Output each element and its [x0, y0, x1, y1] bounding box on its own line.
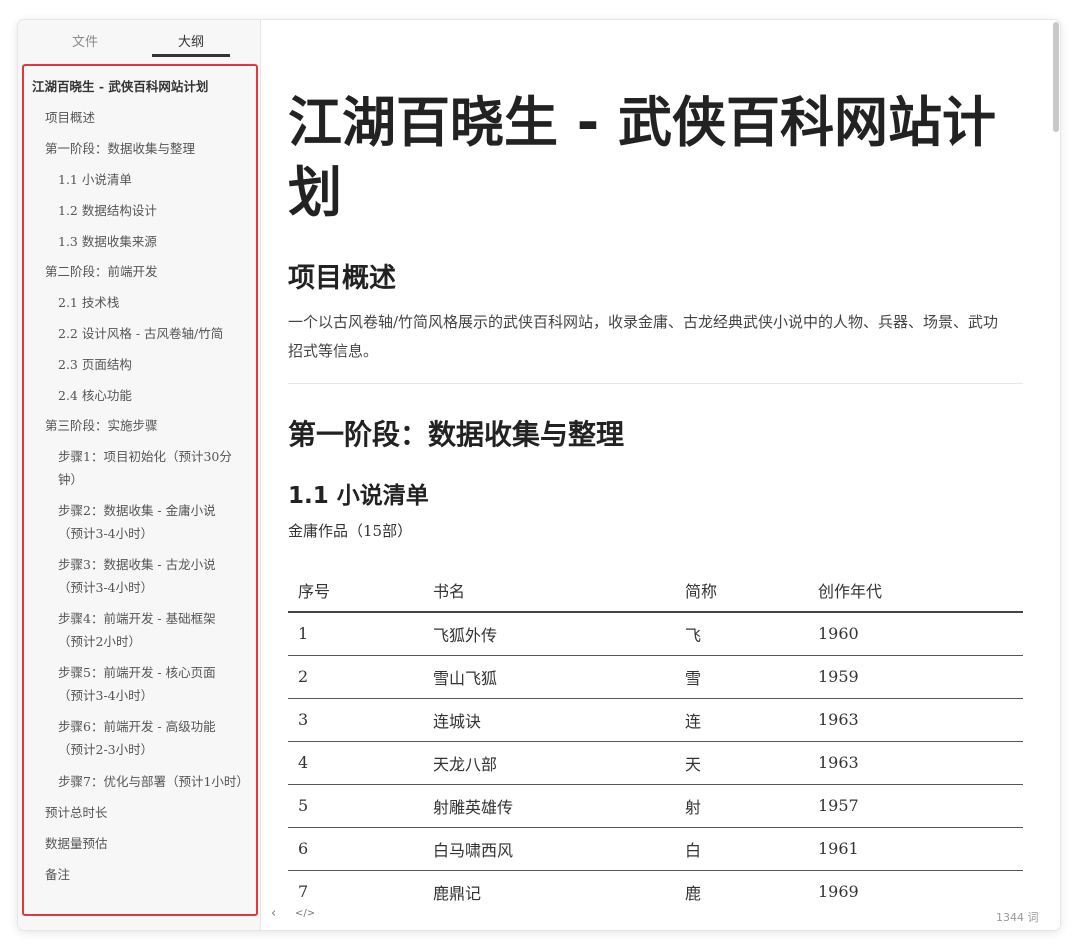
horizontal-rule [288, 383, 1023, 384]
outline-item-1-3[interactable]: 1.3 数据收集来源 [58, 230, 248, 253]
cell-index: 7 [298, 882, 309, 902]
col-header-year: 创作年代 [808, 568, 1023, 613]
cell-abbr: 雪 [675, 655, 808, 699]
document-title: 江湖百晓生 - 武侠百科网站计划 [288, 91, 997, 224]
tab-files[interactable]: 文件 [72, 31, 98, 50]
col-header-abbr: 简称 [675, 568, 808, 613]
cell-year: 1959 [808, 655, 1023, 699]
cell-year: 1963 [808, 698, 1023, 742]
cell-index: 2 [288, 655, 423, 699]
chevron-left-icon[interactable]: ‹ [271, 906, 276, 921]
outline-item-step7[interactable]: 步骤7：优化与部署（预计1小时） [58, 770, 254, 793]
outline-item-step3[interactable]: 步骤3：数据收集 - 古龙小说（预计3-4小时） [58, 553, 238, 599]
col-header-title: 书名 [423, 568, 675, 613]
outline-item-step6[interactable]: 步骤6：前端开发 - 高级功能（预计2-3小时） [58, 715, 238, 761]
sidebar: 文件 大纲 江湖百晓生 - 武侠百科网站计划 项目概述 第一阶段：数据收集与整理… [18, 20, 261, 930]
overview-paragraph: 一个以古风卷轴/竹简风格展示的武侠百科网站，收录金庸、古龙经典武侠小说中的人物、… [288, 313, 999, 360]
sidebar-tabs: 文件 大纲 [18, 20, 261, 60]
col-header-index: 序号 [288, 568, 423, 613]
cell-index: 3 [288, 698, 423, 742]
outline-item-2-2[interactable]: 2.2 设计风格 - 古风卷轴/竹简 [58, 322, 248, 345]
table-row: 7 鹿鼎记 鹿 1969 [288, 870, 1023, 913]
heading-phase1: 第一阶段：数据收集与整理 [288, 418, 625, 451]
cell-abbr: 连 [675, 698, 808, 742]
outline-item-total-time[interactable]: 预计总时长 [45, 801, 108, 824]
cell-year: 1957 [808, 784, 1023, 828]
outline-item-phase1[interactable]: 第一阶段：数据收集与整理 [45, 137, 195, 160]
outline-item-2-4[interactable]: 2.4 核心功能 [58, 384, 248, 407]
table-row: 4 天龙八部 天 1963 [288, 741, 1023, 785]
active-tab-indicator [152, 54, 230, 57]
outline-item-data-estimate[interactable]: 数据量预估 [45, 832, 108, 855]
outline-item-step4[interactable]: 步骤4：前端开发 - 基础框架（预计2小时） [58, 607, 238, 653]
cell-year: 1960 [808, 612, 1023, 656]
cell-year: 1961 [808, 827, 1023, 871]
cell-abbr: 白 [675, 827, 808, 871]
heading-novel-list: 1.1 小说清单 [288, 483, 429, 509]
cell-abbr: 鹿 [685, 883, 702, 903]
outline-item-step2[interactable]: 步骤2：数据收集 - 金庸小说（预计3-4小时） [58, 499, 238, 545]
cell-year: 1963 [808, 741, 1023, 785]
outline-item-phase2[interactable]: 第二阶段：前端开发 [45, 260, 158, 283]
cell-title: 飞狐外传 [423, 612, 675, 656]
vertical-scrollbar[interactable] [1052, 20, 1060, 930]
outline-item-1-2[interactable]: 1.2 数据结构设计 [58, 199, 248, 222]
outline-panel: 江湖百晓生 - 武侠百科网站计划 项目概述 第一阶段：数据收集与整理 1.1 小… [22, 64, 258, 916]
table-row: 1 飞狐外传 飞 1960 [288, 612, 1023, 656]
cell-abbr: 天 [675, 741, 808, 785]
table-row: 3 连城诀 连 1963 [288, 698, 1023, 742]
cell-index: 5 [288, 784, 423, 828]
jin-yong-works-label: 金庸作品（15部） [288, 522, 413, 540]
outline-item-step1[interactable]: 步骤1：项目初始化（预计30分钟） [58, 445, 238, 491]
tab-outline[interactable]: 大纲 [178, 31, 204, 50]
cell-index: 6 [288, 827, 423, 871]
outline-item-2-3[interactable]: 2.3 页面结构 [58, 353, 248, 376]
outline-item-title[interactable]: 江湖百晓生 - 武侠百科网站计划 [32, 75, 208, 98]
cell-abbr: 射 [675, 784, 808, 828]
table-row: 6 白马啸西风 白 1961 [288, 827, 1023, 871]
outline-item-overview[interactable]: 项目概述 [45, 106, 95, 129]
heading-overview: 项目概述 [288, 263, 396, 294]
table-row: 5 射雕英雄传 射 1957 [288, 784, 1023, 828]
cell-abbr: 飞 [675, 612, 808, 656]
cell-year: 1969 [818, 882, 859, 902]
app-window: 文件 大纲 江湖百晓生 - 武侠百科网站计划 项目概述 第一阶段：数据收集与整理… [18, 20, 1060, 930]
cell-title: 白马啸西风 [423, 827, 675, 871]
outline-item-2-1[interactable]: 2.1 技术栈 [58, 291, 248, 314]
cell-title: 天龙八部 [423, 741, 675, 785]
cell-title: 鹿鼎记 [433, 883, 482, 903]
outline-item-1-1[interactable]: 1.1 小说清单 [58, 168, 248, 191]
novel-table: 序号 书名 简称 创作年代 1 飞狐外传 飞 1960 2 雪山飞狐 雪 195 [288, 568, 1023, 913]
table-row: 2 雪山飞狐 雪 1959 [288, 655, 1023, 699]
outline-item-step5[interactable]: 步骤5：前端开发 - 核心页面（预计3-4小时） [58, 661, 238, 707]
cell-title: 射雕英雄传 [423, 784, 675, 828]
table-header-row: 序号 书名 简称 创作年代 [288, 568, 1023, 613]
cell-title: 连城诀 [423, 698, 675, 742]
cell-index: 1 [288, 612, 423, 656]
cell-title: 雪山飞狐 [423, 655, 675, 699]
outline-item-notes[interactable]: 备注 [45, 863, 70, 886]
scrollbar-thumb[interactable] [1053, 22, 1059, 132]
document-content: 江湖百晓生 - 武侠百科网站计划 项目概述 一个以古风卷轴/竹简风格展示的武侠百… [288, 20, 1023, 930]
outline-item-phase3[interactable]: 第三阶段：实施步骤 [45, 414, 158, 437]
cell-index: 4 [288, 741, 423, 785]
